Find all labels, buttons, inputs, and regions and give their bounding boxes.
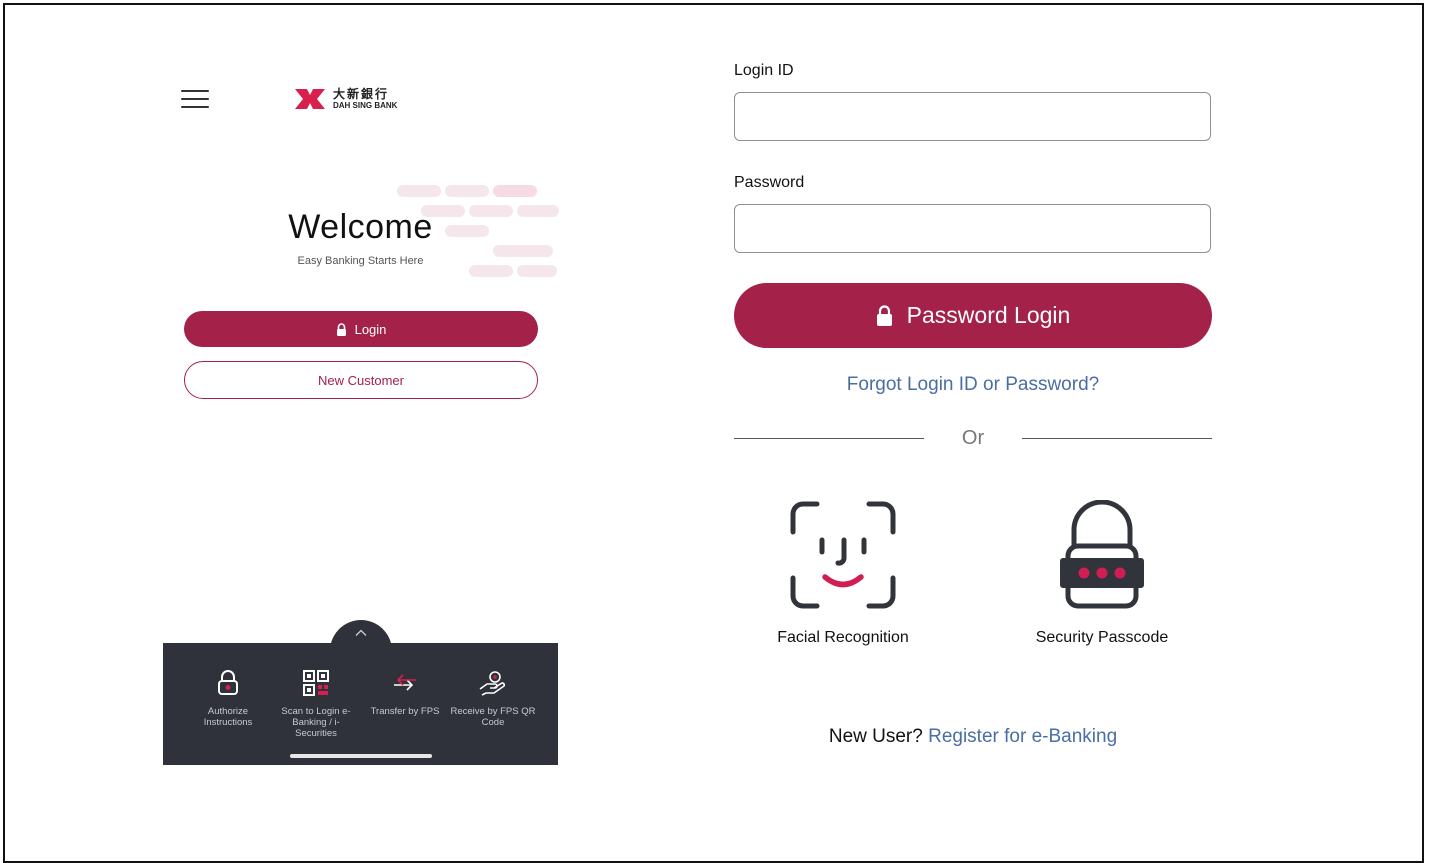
- password-field[interactable]: [734, 204, 1211, 253]
- quick-action-label: Receive by FPS QR Code: [450, 706, 536, 728]
- lock-icon: [218, 670, 238, 695]
- lock-icon: [336, 322, 346, 336]
- new-customer-label: New Customer: [318, 372, 404, 388]
- logo-chinese-text: 大新銀行: [333, 87, 390, 101]
- quick-action-scan-login[interactable]: Scan to Login e-Banking / i-Securities: [272, 668, 360, 739]
- welcome-subtitle: Easy Banking Starts Here: [297, 255, 424, 267]
- home-indicator-bar: [290, 754, 432, 758]
- quick-action-label: Scan to Login e-Banking / i-Securities: [281, 706, 351, 739]
- quick-action-label: Authorize Instructions: [203, 706, 253, 728]
- login-id-label: Login ID: [734, 62, 794, 79]
- mobile-welcome-screen: 大新銀行 DAH SING BANK Welcome Easy Banking …: [163, 0, 559, 765]
- login-button-label: Login: [354, 321, 387, 337]
- bank-logo-mark: [295, 89, 325, 109]
- divider-left: [734, 438, 924, 439]
- login-id-field[interactable]: [734, 92, 1211, 141]
- forgot-credentials-link[interactable]: Forgot Login ID or Password?: [734, 374, 1212, 396]
- transfer-arrows-icon: [394, 674, 416, 691]
- or-separator-text: Or: [961, 427, 985, 449]
- qr-code-icon: [303, 670, 329, 696]
- quick-action-label: Transfer by FPS: [370, 706, 440, 717]
- register-ebanking-link[interactable]: Register for e-Banking: [928, 726, 1117, 747]
- quick-action-receive-fps[interactable]: Receive by FPS QR Code: [449, 668, 537, 728]
- password-login-label: Password Login: [906, 302, 1071, 328]
- security-passcode-label: Security Passcode: [1035, 629, 1169, 646]
- divider-right: [1022, 438, 1212, 439]
- security-passcode-option[interactable]: Security Passcode: [1007, 499, 1197, 647]
- quick-action-transfer-fps[interactable]: Transfer by FPS: [361, 668, 449, 717]
- new-user-line: New User? Register for e-Banking: [734, 726, 1212, 748]
- password-label: Password: [734, 174, 805, 191]
- lock-icon: [876, 305, 892, 326]
- face-id-icon: [790, 501, 896, 609]
- new-customer-button[interactable]: New Customer: [184, 361, 538, 399]
- hamburger-menu-icon[interactable]: [181, 90, 209, 110]
- logo-english-text: DAH SING BANK: [333, 101, 398, 110]
- login-button[interactable]: Login: [184, 311, 538, 347]
- dah-sing-bank-logo: 大新銀行 DAH SING BANK: [293, 86, 397, 112]
- quick-action-authorize[interactable]: Authorize Instructions: [184, 668, 272, 728]
- new-user-prefix: New User?: [828, 726, 923, 747]
- chevron-up-icon: [355, 629, 367, 636]
- hand-receive-icon: [479, 671, 506, 696]
- welcome-title: Welcome: [288, 208, 433, 246]
- facial-recognition-label: Facial Recognition: [777, 629, 909, 646]
- padlock-passcode-icon: [1060, 499, 1144, 609]
- facial-recognition-option[interactable]: Facial Recognition: [748, 500, 938, 647]
- password-login-button[interactable]: Password Login: [734, 283, 1212, 348]
